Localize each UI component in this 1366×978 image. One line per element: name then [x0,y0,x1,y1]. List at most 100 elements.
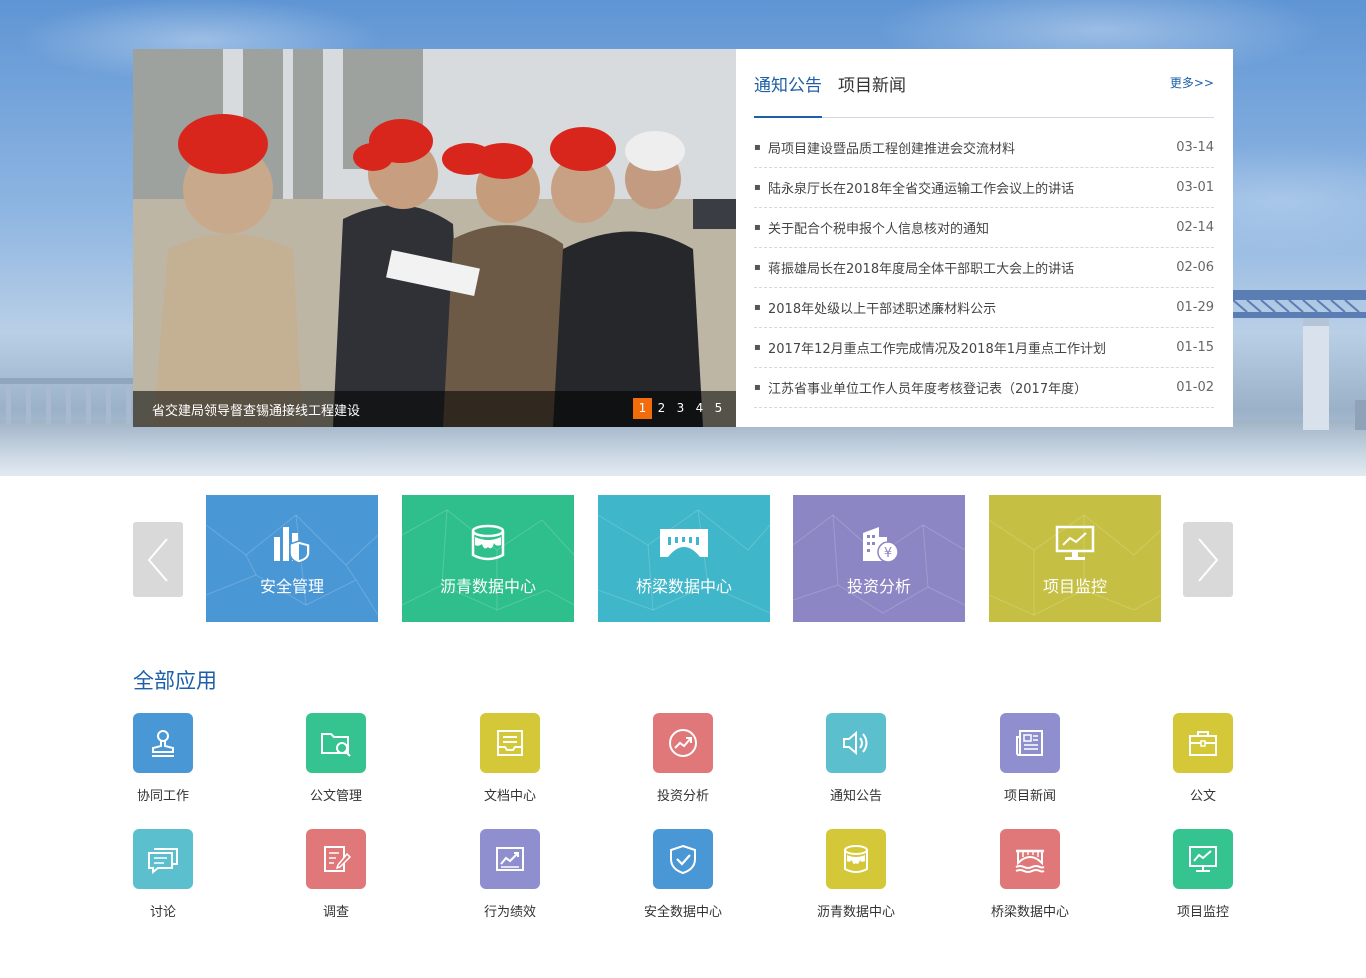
news-item[interactable]: ▪ 江苏省事业单位工作人员年度考核登记表（2017年度） 01-02 [754,368,1214,408]
slider-photo [133,49,736,427]
news-title[interactable]: 2017年12月重点工作完成情况及2018年1月重点工作计划 [768,338,1172,357]
news-date: 01-29 [1176,300,1214,315]
trend-circle-icon [653,713,713,773]
app-label: 沥青数据中心 [816,905,895,920]
app-asphalt-data[interactable]: 沥青数据中心 [806,829,906,929]
news-title[interactable]: 关于配合个税申报个人信息核对的通知 [768,218,1172,237]
app-document-center[interactable]: 文档中心 [460,713,560,813]
bullet-icon: ▪ [754,222,761,233]
app-bridge-data[interactable]: 桥梁数据中心 [980,829,1080,929]
all-apps-heading: 全部应用 [133,669,217,693]
news-date: 01-02 [1176,380,1214,395]
bullet-icon: ▪ [754,142,761,153]
carousel-prev-button[interactable] [133,522,183,597]
photo-slider[interactable]: 省交建局领导督查锡通接线工程建设 1 2 3 4 5 [133,49,736,427]
tile-label: 项目监控 [1042,577,1107,596]
app-label: 公文管理 [309,789,362,804]
news-item[interactable]: ▪ 2017年12月重点工作完成情况及2018年1月重点工作计划 01-15 [754,328,1214,368]
bullet-icon: ▪ [754,342,761,353]
app-discussion[interactable]: 讨论 [113,829,213,929]
news-title[interactable]: 陆永泉厅长在2018年全省交通运输工作会议上的讲话 [768,178,1172,197]
slider-page-4[interactable]: 4 [690,398,709,419]
news-date: 03-14 [1176,140,1214,155]
performance-chart-icon [480,829,540,889]
tile-label: 安全管理 [259,577,324,596]
monitor-chart-icon [1173,829,1233,889]
app-project-news[interactable]: 项目新闻 [980,713,1080,813]
river-background [0,420,1366,476]
app-label: 投资分析 [656,789,709,804]
app-label: 项目监控 [1176,905,1229,920]
news-item[interactable]: ▪ 2018年处级以上干部述职述廉材料公示 01-29 [754,288,1214,328]
news-title[interactable]: 江苏省事业单位工作人员年度考核登记表（2017年度） [768,378,1172,397]
app-label: 安全数据中心 [643,905,722,920]
briefcase-icon [1173,713,1233,773]
news-item[interactable]: ▪ 关于配合个税申报个人信息核对的通知 02-14 [754,208,1214,248]
news-date: 03-01 [1176,180,1214,195]
news-item[interactable]: ▪ 陆永泉厅长在2018年全省交通运输工作会议上的讲话 03-01 [754,168,1214,208]
app-label: 调查 [322,905,349,920]
carousel-next-button[interactable] [1183,522,1233,597]
tile-safety-management[interactable]: 安全管理 [206,495,378,622]
news-title[interactable]: 2018年处级以上干部述职述廉材料公示 [768,298,1172,317]
bullet-icon: ▪ [754,182,761,193]
app-label: 项目新闻 [1003,789,1056,804]
app-collaboration[interactable]: 协同工作 [113,713,213,813]
bridge-illustration-right [1233,290,1366,430]
tile-label: 沥青数据中心 [439,577,536,596]
tile-project-monitor[interactable]: 项目监控 [989,495,1161,622]
app-safety-data[interactable]: 安全数据中心 [633,829,733,929]
news-tabs: 通知公告 项目新闻 更多>> [754,67,1214,118]
app-label: 行为绩效 [483,905,536,920]
chevron-left-icon [147,537,168,582]
bridge-icon [660,529,708,557]
app-label: 协同工作 [136,789,189,804]
slider-caption: 省交建局领导督查锡通接线工程建设 [152,404,361,419]
stamp-icon [133,713,193,773]
inbox-tray-icon [480,713,540,773]
slider-caption-bar: 省交建局领导督查锡通接线工程建设 1 2 3 4 5 [133,391,736,427]
news-list: ▪ 局项目建设暨品质工程创建推进会交流材料 03-14 ▪ 陆永泉厅长在2018… [754,128,1214,408]
app-investment-analysis[interactable]: 投资分析 [633,713,733,813]
bullet-icon: ▪ [754,302,761,313]
news-panel: 通知公告 项目新闻 更多>> ▪ 局项目建设暨品质工程创建推进会交流材料 03-… [736,49,1233,427]
app-label: 讨论 [149,905,176,920]
survey-edit-icon [306,829,366,889]
app-performance[interactable]: 行为绩效 [460,829,560,929]
shield-chart-icon [274,527,311,563]
news-item[interactable]: ▪ 局项目建设暨品质工程创建推进会交流材料 03-14 [754,128,1214,168]
asphalt-bucket-icon [471,524,505,561]
app-official-documents[interactable]: 公文 [1153,713,1253,813]
slider-pagination: 1 2 3 4 5 [633,398,728,419]
speaker-icon [826,713,886,773]
tile-bridge-data[interactable]: 桥梁数据中心 [598,495,770,622]
app-document-management[interactable]: 公文管理 [286,713,386,813]
app-label: 通知公告 [829,789,882,804]
news-item[interactable]: ▪ 蒋振雄局长在2018年度局全体干部职工大会上的讲话 02-06 [754,248,1214,288]
app-survey[interactable]: 调查 [286,829,386,929]
app-label: 文档中心 [483,789,536,804]
slider-page-1[interactable]: 1 [633,398,652,419]
newspaper-icon [1000,713,1060,773]
bridge-water-icon [1000,829,1060,889]
chat-icon [133,829,193,889]
svg-text:¥: ¥ [884,546,892,561]
news-date: 01-15 [1176,340,1214,355]
news-title[interactable]: 蒋振雄局长在2018年度局全体干部职工大会上的讲话 [768,258,1172,277]
tab-project-news[interactable]: 项目新闻 [838,67,906,118]
slider-page-3[interactable]: 3 [671,398,690,419]
slider-page-5[interactable]: 5 [709,398,728,419]
more-link[interactable]: 更多>> [1170,74,1214,91]
monitor-chart-icon [1055,525,1095,560]
tile-label: 桥梁数据中心 [635,577,732,596]
hero-banner: 省交建局领导督查锡通接线工程建设 1 2 3 4 5 通知公告 项目新闻 更多>… [0,0,1366,476]
tile-asphalt-data[interactable]: 沥青数据中心 [402,495,574,622]
app-project-monitor[interactable]: 项目监控 [1153,829,1253,929]
app-notices[interactable]: 通知公告 [806,713,906,813]
news-title[interactable]: 局项目建设暨品质工程创建推进会交流材料 [768,138,1172,157]
tab-notices[interactable]: 通知公告 [754,67,822,118]
news-date: 02-06 [1176,260,1214,275]
tile-investment-analysis[interactable]: ¥ 投资分析 [793,495,965,622]
slider-page-2[interactable]: 2 [652,398,671,419]
folder-search-icon [306,713,366,773]
